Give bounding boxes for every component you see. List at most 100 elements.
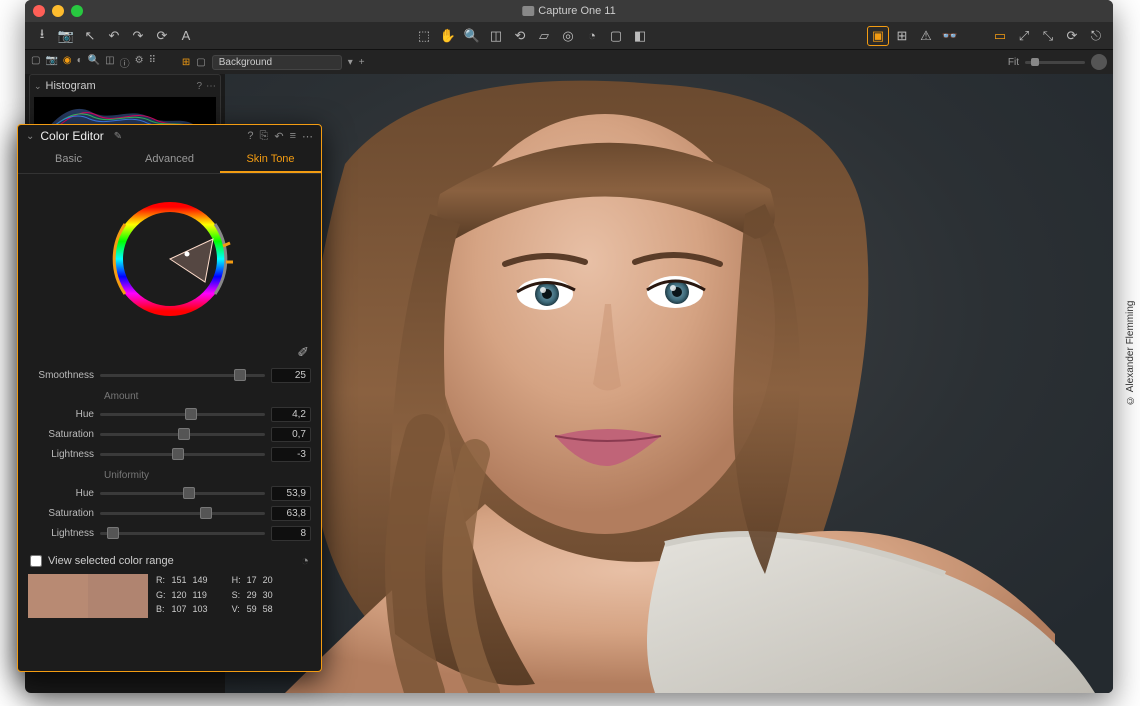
details-tab-icon[interactable]: ⓘ [120, 55, 130, 70]
camera-icon [522, 6, 534, 16]
amount-sat-slider[interactable] [100, 433, 265, 436]
histogram-title: Histogram [46, 80, 96, 92]
brush-icon: ✎ [114, 131, 122, 142]
eyedropper-icon[interactable]: ✐ [297, 344, 309, 361]
smoothness-row: Smoothness 25 [28, 365, 311, 385]
color-editor-tabs: Basic Advanced Skin Tone [18, 147, 321, 174]
capture-tab-icon[interactable]: 📷 [45, 55, 57, 70]
cursor-icon[interactable]: ↖ [79, 26, 101, 46]
view-range-label: View selected color range [48, 555, 174, 567]
refresh-icon[interactable]: ⟳ [1061, 26, 1083, 46]
hand-tool-icon[interactable]: ✋ [437, 26, 459, 46]
uni-light-value[interactable]: 8 [271, 526, 311, 541]
color-wheel[interactable] [18, 174, 321, 344]
amount-hue-label: Hue [28, 409, 94, 420]
sub-toolbar: ▢ 📷 ◉ ◐ 🔍 ◫ ⓘ ⚙ ⠿ ⊞ ▢ Background ▾ + Fit [25, 50, 1113, 74]
smoothness-slider[interactable] [100, 374, 265, 377]
zoom-tool-icon[interactable]: 🔍 [461, 26, 483, 46]
uni-sat-slider[interactable] [100, 512, 265, 515]
amount-light-slider[interactable] [100, 453, 265, 456]
rotate-tool-icon[interactable]: ⟲ [509, 26, 531, 46]
library-tab-icon[interactable]: ▢ [31, 55, 40, 70]
copy-icon[interactable]: ⎘ [260, 130, 269, 143]
view-single-icon[interactable]: ▢ [196, 57, 205, 68]
view-grid-icon[interactable]: ⊞ [182, 57, 190, 68]
lens-tab-icon[interactable]: 🔍 [88, 55, 100, 70]
amount-hue-slider[interactable] [100, 413, 265, 416]
uni-sat-value[interactable]: 63,8 [271, 506, 311, 521]
chevron-down-icon[interactable]: ⌄ [26, 131, 34, 142]
menu-icon[interactable]: ⋯ [206, 81, 216, 92]
color-editor-panel: ⌄ Color Editor ✎ ? ⎘ ↶ ≡ ⋯ Basic Advance… [17, 124, 322, 672]
close-window-button[interactable] [33, 5, 45, 17]
browser-icon[interactable]: ▭ [989, 26, 1011, 46]
smoothness-label: Smoothness [28, 370, 94, 381]
zoom-window-button[interactable] [71, 5, 83, 17]
eraser-tool-icon[interactable]: ◧ [629, 26, 651, 46]
preset-icon[interactable]: ≡ [290, 130, 296, 143]
mask-tool-icon[interactable]: ◔ [581, 26, 603, 46]
titlebar: Capture One 11 [25, 0, 1113, 22]
text-icon[interactable]: A [175, 26, 197, 46]
warning-icon[interactable]: ⚠ [915, 26, 937, 46]
uni-light-slider[interactable] [100, 532, 265, 535]
rotate-icon[interactable]: ⟳ [151, 26, 173, 46]
focus-mask-icon[interactable]: 👓 [939, 26, 961, 46]
export-icon[interactable]: ⎋ [1085, 26, 1107, 46]
exposure-warning-icon[interactable]: ▣ [867, 26, 889, 46]
tab-basic[interactable]: Basic [18, 147, 119, 173]
metadata-tab-icon[interactable]: ⠿ [149, 55, 156, 70]
tab-skin-tone[interactable]: Skin Tone [220, 147, 321, 173]
amount-light-value[interactable]: -3 [271, 447, 311, 462]
sliders-area: Smoothness 25 Amount Hue 4,2 Saturation … [18, 365, 321, 543]
uni-hue-value[interactable]: 53,9 [271, 486, 311, 501]
view-range-checkbox[interactable] [30, 555, 42, 567]
uni-hue-label: Hue [28, 488, 94, 499]
zoom-slider[interactable] [1025, 61, 1085, 64]
color-swatches-row: R:151149H:1720 G:120119S:2930 B:107103V:… [18, 574, 321, 626]
import-icon[interactable]: ⭳ [31, 26, 53, 46]
collapse-icon[interactable]: ⤡ [1037, 26, 1059, 46]
chevron-down-icon[interactable]: ⌄ [34, 81, 42, 92]
uniformity-section-label: Uniformity [28, 464, 311, 483]
color-tab-icon[interactable]: ◉ [63, 55, 72, 70]
amount-hue-value[interactable]: 4,2 [271, 407, 311, 422]
photo-credit: © Alexander Flemming [1125, 301, 1136, 406]
expand-icon[interactable]: ⤢ [1013, 26, 1035, 46]
select-tool-icon[interactable]: ⬚ [413, 26, 435, 46]
adjust-tab-icon[interactable]: ⚙ [135, 55, 144, 70]
gradient-tool-icon[interactable]: ▢ [605, 26, 627, 46]
reset-icon[interactable]: ↶ [274, 130, 283, 143]
smoothness-value[interactable]: 25 [271, 368, 311, 383]
color-readout: R:151149H:1720 G:120119S:2930 B:107103V:… [156, 574, 273, 618]
exposure-tab-icon[interactable]: ◐ [77, 55, 83, 70]
crop-tool-icon[interactable]: ◫ [485, 26, 507, 46]
undo-icon[interactable]: ↶ [103, 26, 125, 46]
mask-preview-icon[interactable]: ◔ [301, 553, 309, 568]
uni-sat-label: Saturation [28, 508, 94, 519]
window-controls [33, 5, 83, 17]
layer-dropdown-icon[interactable]: ▾ [348, 57, 353, 68]
menu-icon[interactable]: ⋯ [302, 130, 313, 143]
layer-selector[interactable]: Background [212, 55, 342, 70]
user-avatar-icon[interactable] [1091, 54, 1107, 70]
redo-icon[interactable]: ↷ [127, 26, 149, 46]
uni-hue-slider[interactable] [100, 492, 265, 495]
tab-advanced[interactable]: Advanced [119, 147, 220, 173]
add-layer-icon[interactable]: + [359, 57, 365, 68]
view-range-row: View selected color range ◔ [18, 543, 321, 574]
spot-tool-icon[interactable]: ◎ [557, 26, 579, 46]
main-toolbar: ⭳ 📷 ↖ ↶ ↷ ⟳ A ⬚ ✋ 🔍 ◫ ⟲ ▱ ◎ ◔ ▢ ◧ ▣ ⊞ ⚠ … [25, 22, 1113, 50]
amount-sat-value[interactable]: 0,7 [271, 427, 311, 442]
camera-icon[interactable]: 📷 [55, 26, 77, 46]
help-icon[interactable]: ? [196, 81, 202, 92]
keystone-tool-icon[interactable]: ▱ [533, 26, 555, 46]
grid-icon[interactable]: ⊞ [891, 26, 913, 46]
image-viewer[interactable] [225, 74, 1113, 693]
minimize-window-button[interactable] [52, 5, 64, 17]
uni-light-label: Lightness [28, 528, 94, 539]
portrait-photo [225, 74, 1113, 693]
swatch-before [28, 574, 88, 618]
crop-tab-icon[interactable]: ◫ [105, 55, 114, 70]
help-icon[interactable]: ? [247, 130, 253, 143]
